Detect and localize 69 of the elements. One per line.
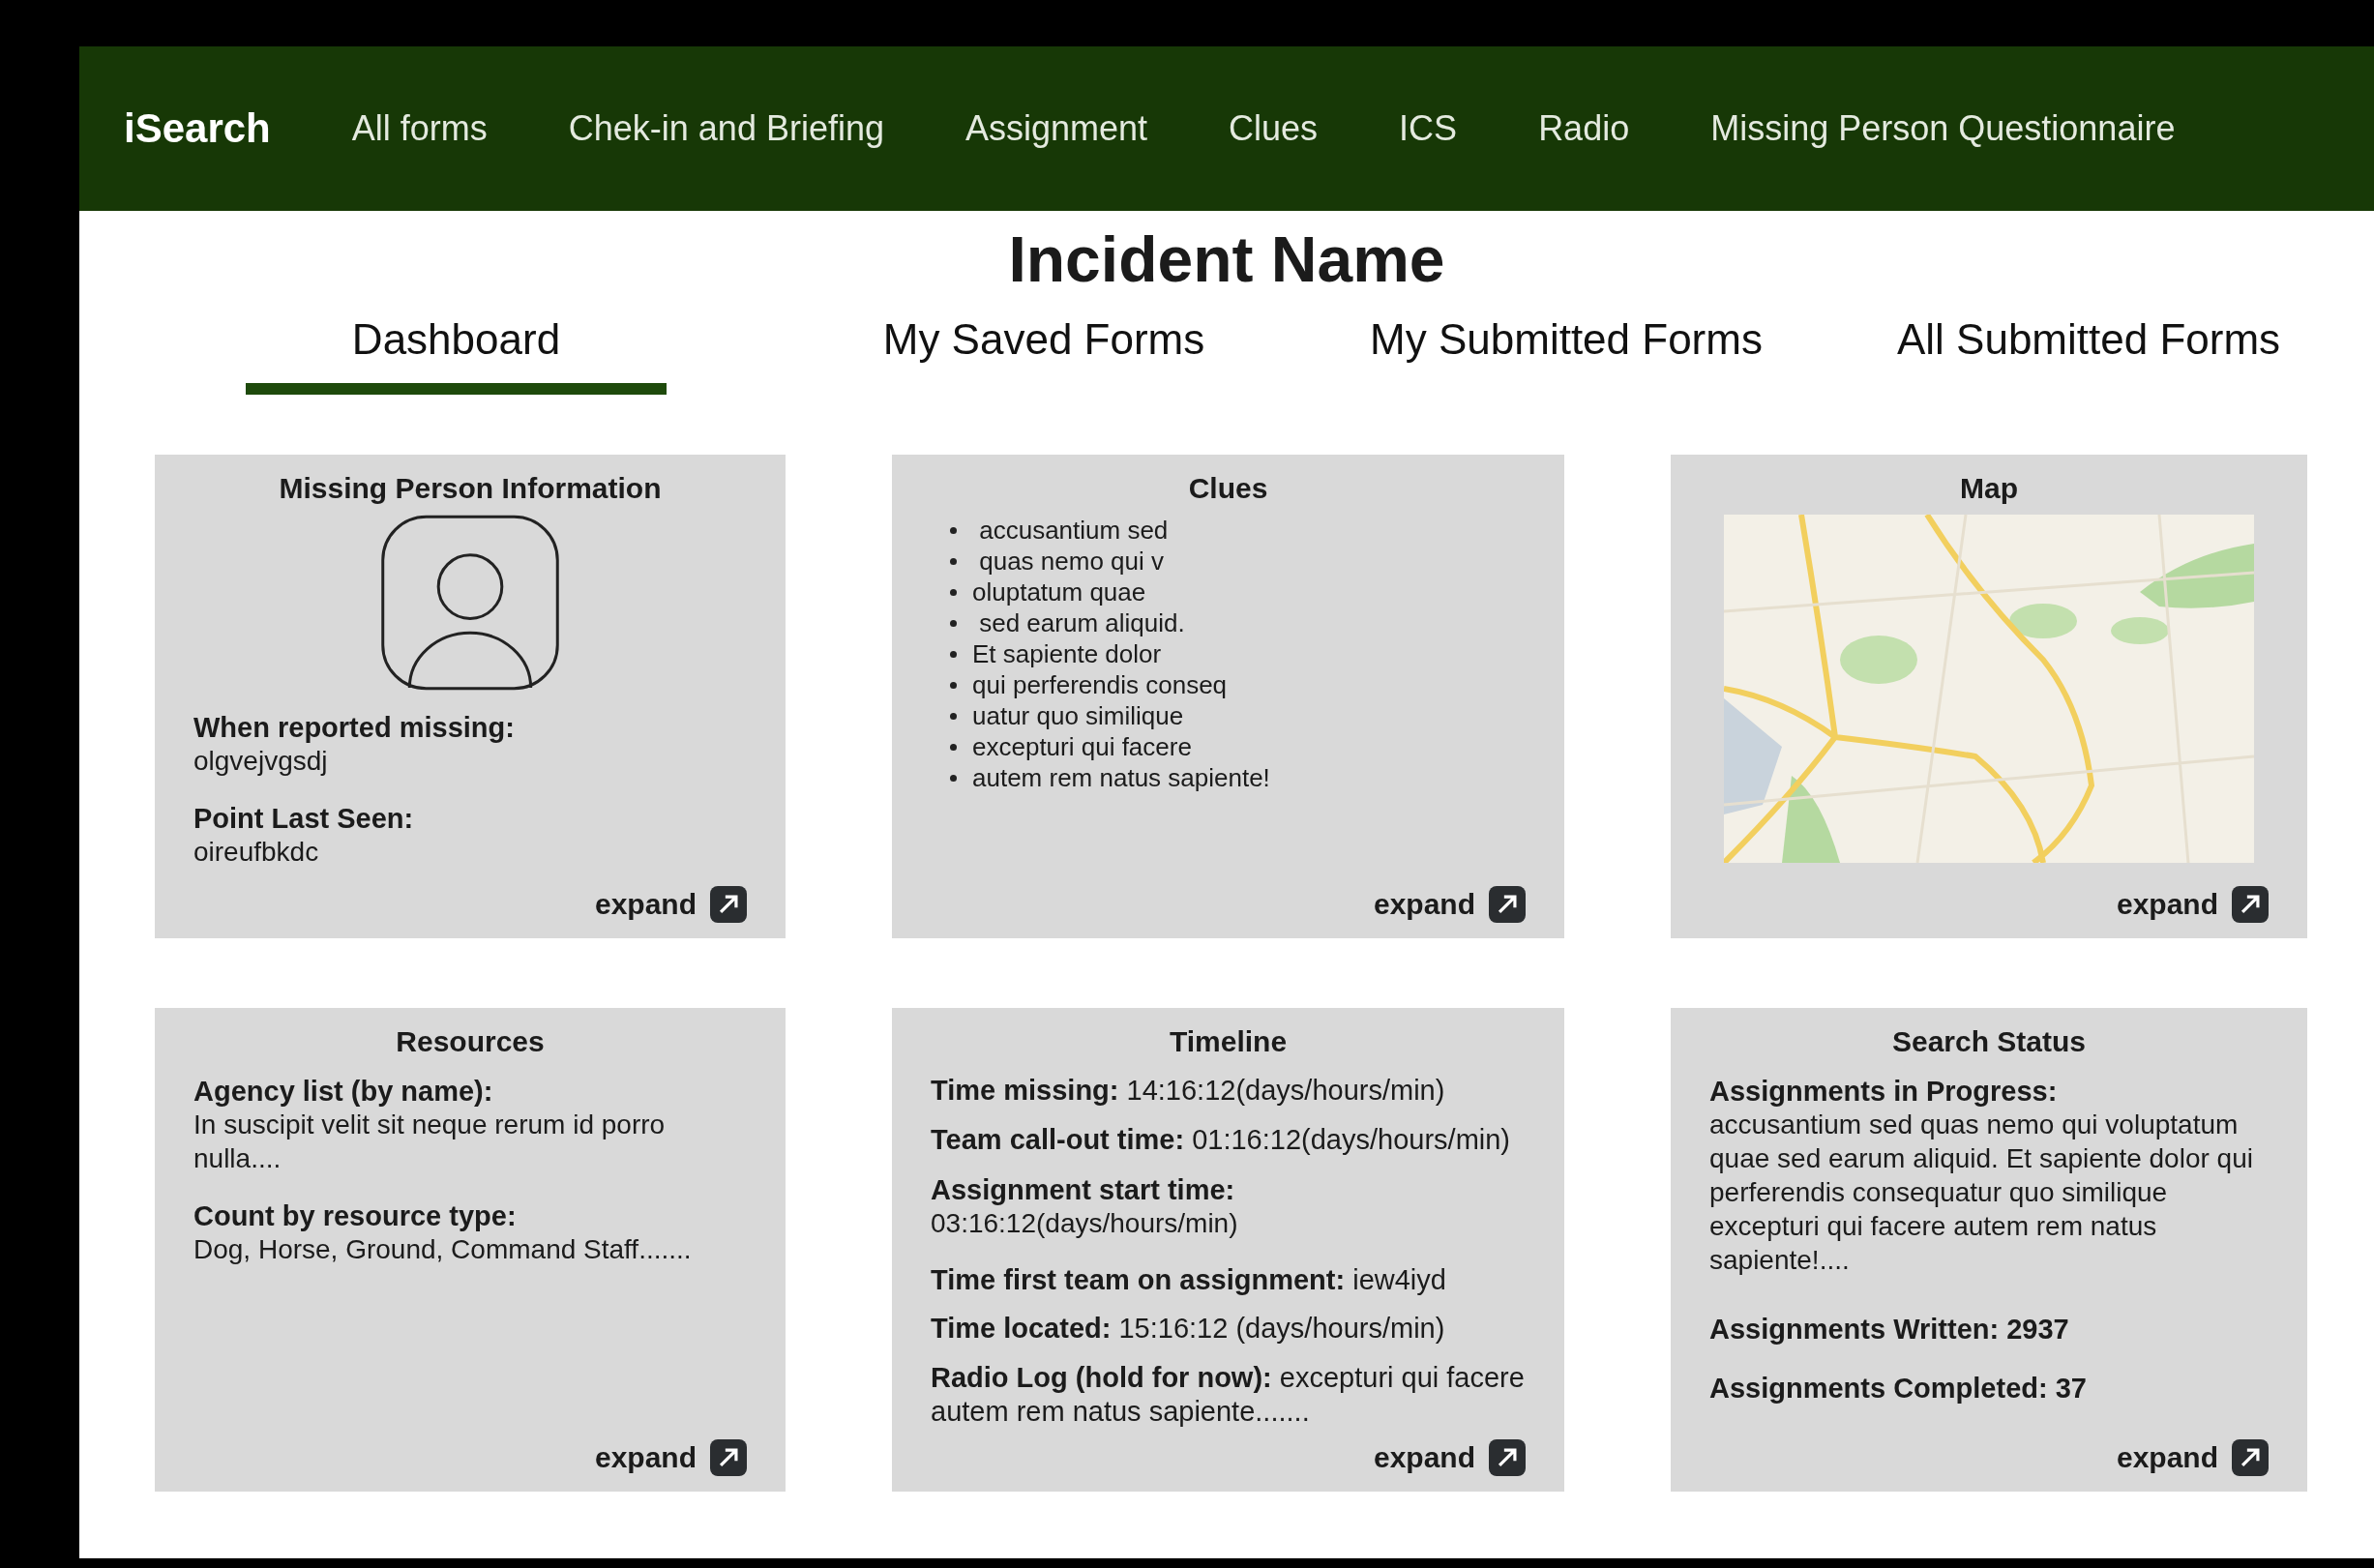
expand-button[interactable]: expand: [594, 1441, 697, 1474]
brand-logo[interactable]: iSearch: [124, 105, 271, 152]
expand-button[interactable]: expand: [2116, 1441, 2218, 1474]
bullet-icon: [950, 526, 957, 534]
field-value: oireufbkdc: [193, 836, 320, 869]
card-title: Map: [1959, 472, 2019, 505]
clue-item: autem rem natus sapiente!: [972, 762, 1270, 793]
card-title: Timeline: [1168, 1025, 1289, 1058]
clue-item: Et sapiente dolor: [972, 638, 1162, 669]
clue-item: qui perferendis conseq: [972, 669, 1228, 700]
expand-icon[interactable]: [710, 886, 747, 923]
clue-item: excepturi qui facere: [972, 731, 1192, 762]
card-title: Clues: [1187, 472, 1269, 505]
tab[interactable]: My Saved Forms: [783, 315, 1305, 395]
card-title: Search Status: [1890, 1025, 2088, 1058]
timeline-entry: Radio Log (hold for now): excepturi qui facere autem rem natus sapiente.......: [931, 1361, 1526, 1429]
bullet-icon: [950, 774, 957, 782]
field-label: Point Last Seen:: [193, 803, 415, 835]
nav-link[interactable]: Missing Person Questionnaire: [1710, 108, 2176, 149]
expand-button[interactable]: expand: [594, 888, 697, 921]
avatar-icon: [378, 515, 562, 691]
field-value: In suscipit velit sit neque rerum id porro nulla....: [193, 1109, 667, 1175]
timeline-entry: Time located: 15:16:12 (days/hours/min): [931, 1312, 1446, 1346]
card-title: Resources: [395, 1025, 546, 1058]
field-label: When reported missing:: [193, 712, 516, 744]
field-value: accusantium sed quas nemo qui voluptatum quae sed earum aliquid. Et sapiente dolor qui perferendis consequatur quo similique excepturi qui facere autem rem natus sapiente!....: [1709, 1109, 2254, 1277]
clue-item: sed earum aliquid.: [978, 607, 1185, 638]
bullet-icon: [950, 650, 957, 658]
tab[interactable]: Dashboard: [246, 315, 667, 395]
expand-icon[interactable]: [2232, 1439, 2269, 1476]
nav-link[interactable]: Chek-in and Briefing: [568, 108, 884, 149]
nav-link[interactable]: Radio: [1538, 108, 1630, 149]
field-label: Agency list (by name):: [193, 1076, 494, 1108]
status-count: Assignments Written: 2937: [1709, 1314, 2070, 1346]
field-value: Dog, Horse, Ground, Command Staff.......: [193, 1233, 693, 1266]
field-value: 03:16:12(days/hours/min): [931, 1206, 1239, 1240]
clue-item: uatur quo similique: [972, 700, 1184, 731]
nav-link[interactable]: Assignment: [964, 108, 1148, 149]
field-label: Assignments in Progress:: [1709, 1076, 2059, 1108]
incident-title: Incident Name: [1007, 222, 1446, 296]
tab[interactable]: My Submitted Forms: [1305, 315, 1827, 395]
clue-item: accusantium sed: [978, 515, 1169, 546]
nav-link[interactable]: Clues: [1229, 108, 1319, 149]
clue-item: oluptatum quae: [972, 577, 1146, 607]
bullet-icon: [950, 588, 957, 596]
expand-button[interactable]: expand: [2116, 888, 2218, 921]
timeline-entry: Time missing: 14:16:12(days/hours/min): [931, 1074, 1446, 1108]
nav-link[interactable]: ICS: [1399, 108, 1458, 149]
field-label: Count by resource type:: [193, 1200, 518, 1232]
clue-item: quas nemo qui v: [978, 546, 1164, 577]
bullet-icon: [950, 681, 957, 689]
field-label: Assignment start time:: [931, 1173, 1236, 1206]
tab[interactable]: All Submitted Forms: [1827, 315, 2350, 395]
expand-icon[interactable]: [2232, 886, 2269, 923]
nav-link[interactable]: All forms: [351, 108, 488, 149]
expand-button[interactable]: expand: [1373, 888, 1475, 921]
expand-icon[interactable]: [1489, 886, 1526, 923]
expand-icon[interactable]: [1489, 1439, 1526, 1476]
bullet-icon: [950, 619, 957, 627]
timeline-entry: Team call-out time: 01:16:12(days/hours/min): [931, 1122, 1512, 1157]
card-title: Missing Person Information: [278, 472, 663, 505]
status-count: Assignments Completed: 37: [1709, 1373, 2088, 1405]
bullet-icon: [950, 557, 957, 565]
bullet-icon: [950, 743, 957, 751]
timeline-entry: Time first team on assignment: iew4iyd: [931, 1262, 1447, 1297]
expand-icon[interactable]: [710, 1439, 747, 1476]
expand-button[interactable]: expand: [1373, 1441, 1475, 1474]
bullet-icon: [950, 712, 957, 720]
field-value: olgvejvgsdj: [193, 745, 329, 778]
